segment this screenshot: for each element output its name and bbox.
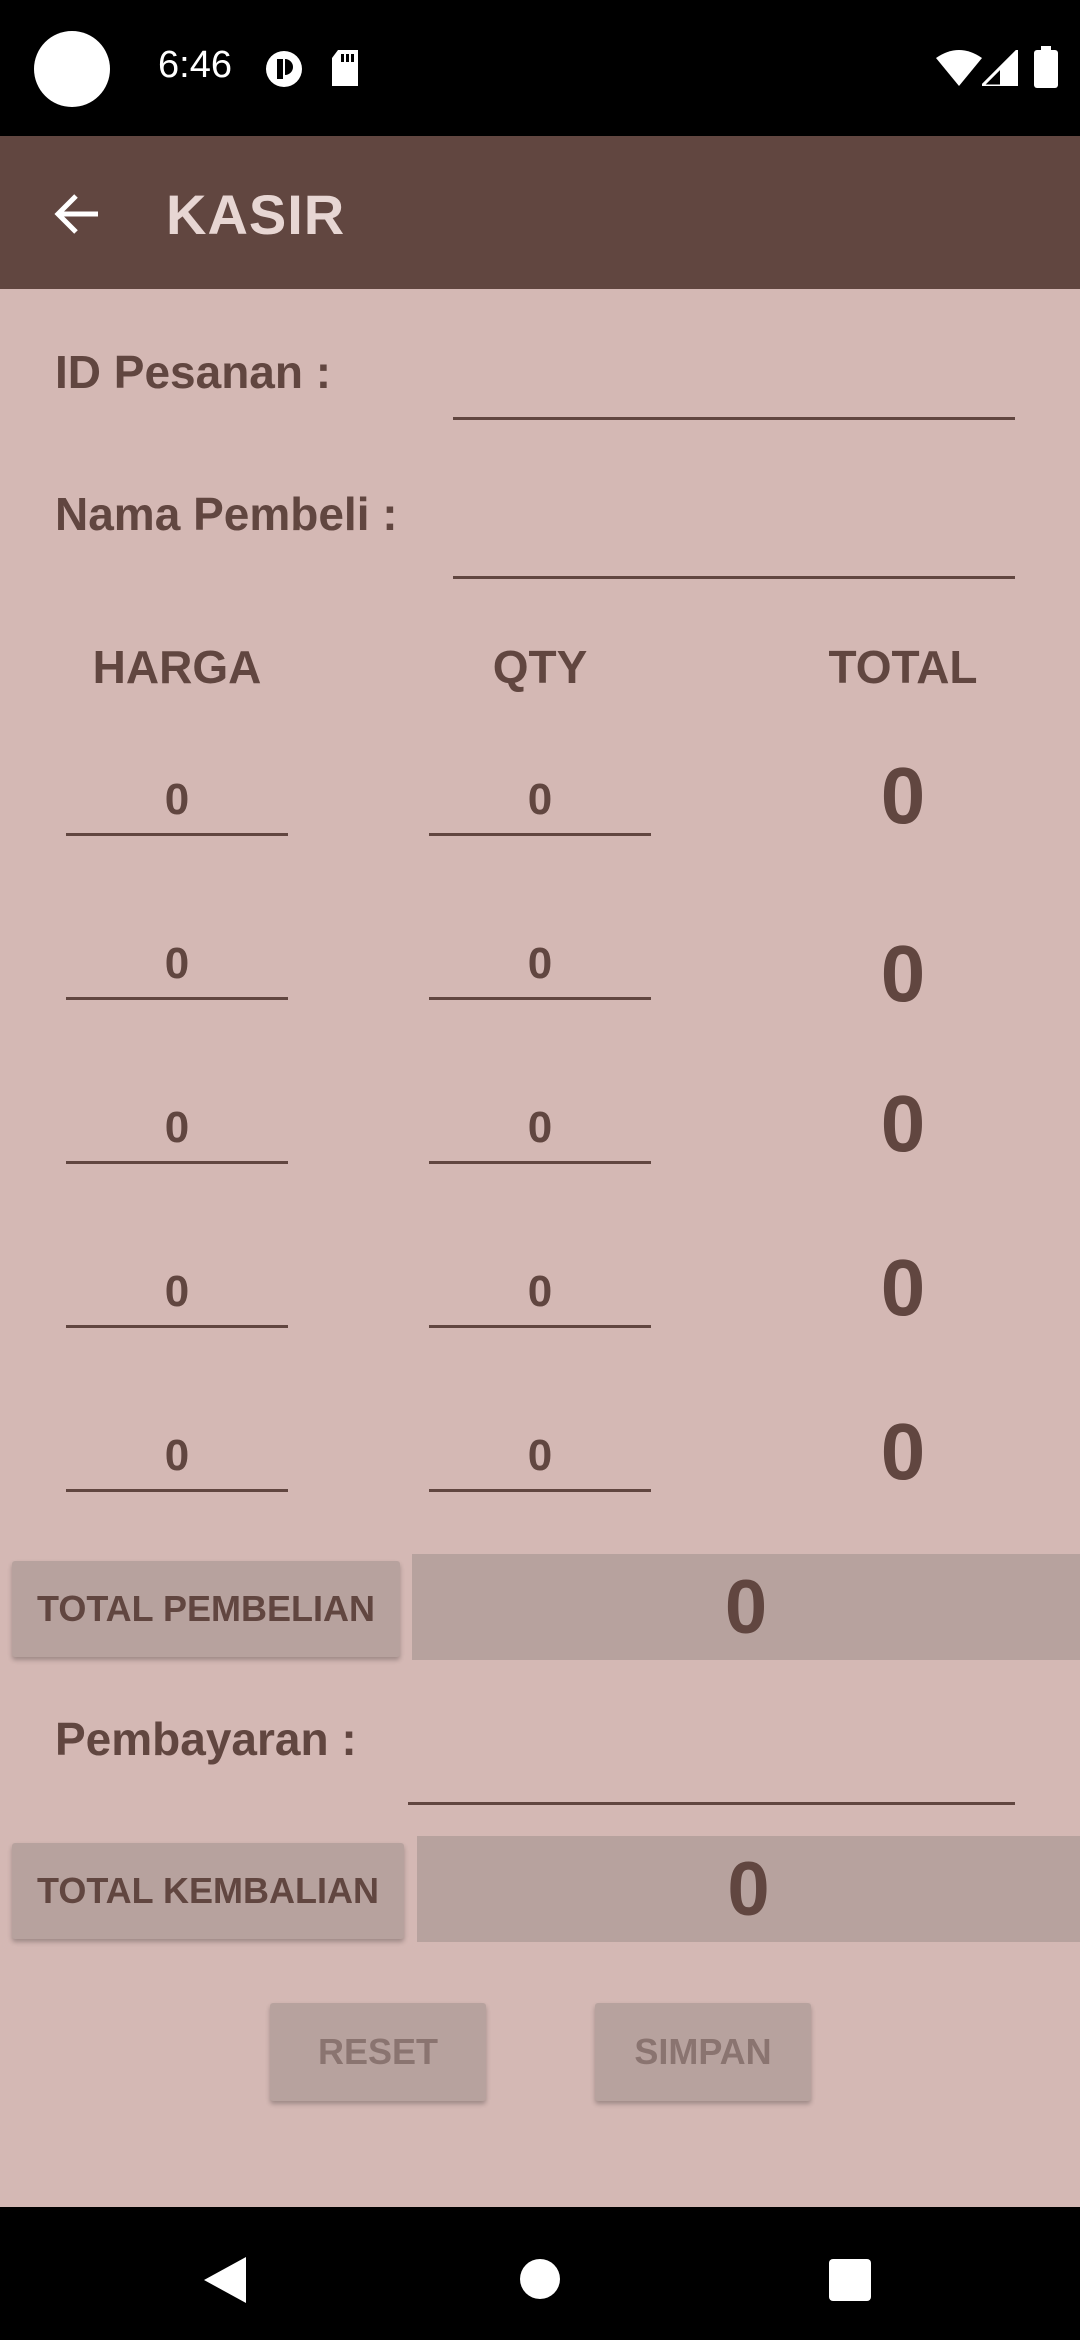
harga-input-4[interactable]: 0 [66, 1256, 288, 1328]
harga-input-2[interactable]: 0 [66, 928, 288, 1000]
arrow-back-icon[interactable] [50, 186, 106, 242]
total-pembelian-value: 0 [412, 1554, 1080, 1660]
notification-app-icon [265, 50, 303, 88]
navigation-bar [0, 2207, 1080, 2340]
signal-icon [982, 50, 1018, 86]
id-pesanan-input[interactable] [453, 350, 1015, 420]
row-total-2: 0 [880, 929, 926, 1018]
harga-input-3[interactable]: 0 [66, 1092, 288, 1164]
harga-input-1[interactable]: 0 [66, 764, 288, 836]
wifi-icon [936, 50, 982, 86]
harga-input-5[interactable]: 0 [66, 1420, 288, 1492]
nav-back-icon[interactable] [204, 2257, 246, 2308]
camera-cutout [34, 31, 110, 107]
header-harga: HARGA [92, 641, 262, 693]
qty-input-5[interactable]: 0 [429, 1420, 651, 1492]
total-kembalian-value: 0 [417, 1836, 1080, 1942]
total-pembelian-button[interactable]: TOTAL PEMBELIAN [12, 1561, 400, 1657]
status-time: 6:46 [158, 44, 232, 86]
nav-recents-icon[interactable] [829, 2259, 871, 2306]
app-title: KASIR [166, 183, 346, 246]
pembayaran-input[interactable] [408, 1730, 1015, 1805]
reset-button[interactable]: RESET [270, 2003, 486, 2101]
qty-input-2[interactable]: 0 [429, 928, 651, 1000]
nama-pembeli-input[interactable] [453, 505, 1015, 579]
qty-input-3[interactable]: 0 [429, 1092, 651, 1164]
qty-input-4[interactable]: 0 [429, 1256, 651, 1328]
app-bar [0, 136, 1080, 289]
id-pesanan-label: ID Pesanan : [55, 346, 332, 398]
total-kembalian-button[interactable]: TOTAL KEMBALIAN [12, 1843, 404, 1939]
battery-icon [1034, 46, 1058, 88]
pembayaran-label: Pembayaran : [55, 1713, 357, 1765]
simpan-button[interactable]: SIMPAN [595, 2003, 811, 2101]
header-total: TOTAL [828, 641, 978, 693]
nama-pembeli-label: Nama Pembeli : [55, 488, 398, 540]
row-total-3: 0 [880, 1079, 926, 1168]
status-bar: 6:46 [0, 0, 1080, 136]
nav-home-icon[interactable] [520, 2259, 560, 2304]
sd-card-icon [330, 50, 360, 86]
header-qty: QTY [492, 641, 588, 693]
row-total-4: 0 [880, 1243, 926, 1332]
phone-screen: 6:46 KASIR ID Pesanan : Nama Pembeli : H… [0, 0, 1080, 2340]
row-total-1: 0 [880, 751, 926, 840]
qty-input-1[interactable]: 0 [429, 764, 651, 836]
row-total-5: 0 [880, 1407, 926, 1496]
